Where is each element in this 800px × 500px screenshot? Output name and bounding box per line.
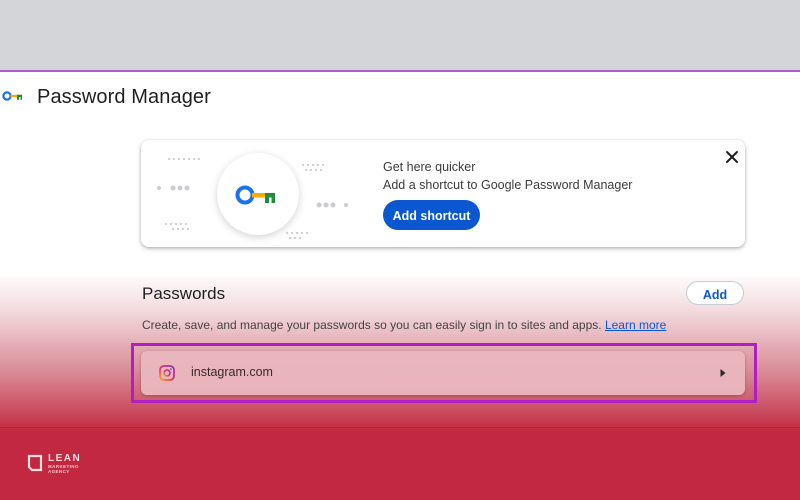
add-shortcut-button[interactable]: Add shortcut (383, 200, 480, 230)
page-background (0, 72, 800, 500)
promo-subtitle: Add a shortcut to Google Password Manage… (383, 178, 633, 192)
passwords-section-title: Passwords (142, 284, 226, 303)
bottom-divider (0, 427, 800, 428)
page-title: Password Manager (37, 86, 211, 108)
description-text: Create, save, and manage your passwords … (142, 318, 602, 332)
passwords-description: Create, save, and manage your passwords … (142, 318, 666, 332)
add-password-button[interactable]: Add (686, 281, 744, 305)
password-manager-key-icon (235, 185, 275, 205)
highlight-annotation (131, 343, 757, 403)
shortcut-promo-card: Get here quicker Add a shortcut to Googl… (141, 140, 745, 247)
brand-name: LEAN (48, 453, 82, 464)
close-icon[interactable] (721, 146, 743, 168)
brand-tagline: MARKETING AGENCY (48, 464, 79, 474)
browser-top-area (0, 0, 800, 70)
brand-mark-icon (27, 454, 43, 472)
promo-heading: Get here quicker (383, 160, 476, 174)
brand-logo: LEAN MARKETING AGENCY (26, 453, 86, 475)
key-icon (2, 91, 22, 101)
learn-more-link[interactable]: Learn more (605, 318, 666, 332)
